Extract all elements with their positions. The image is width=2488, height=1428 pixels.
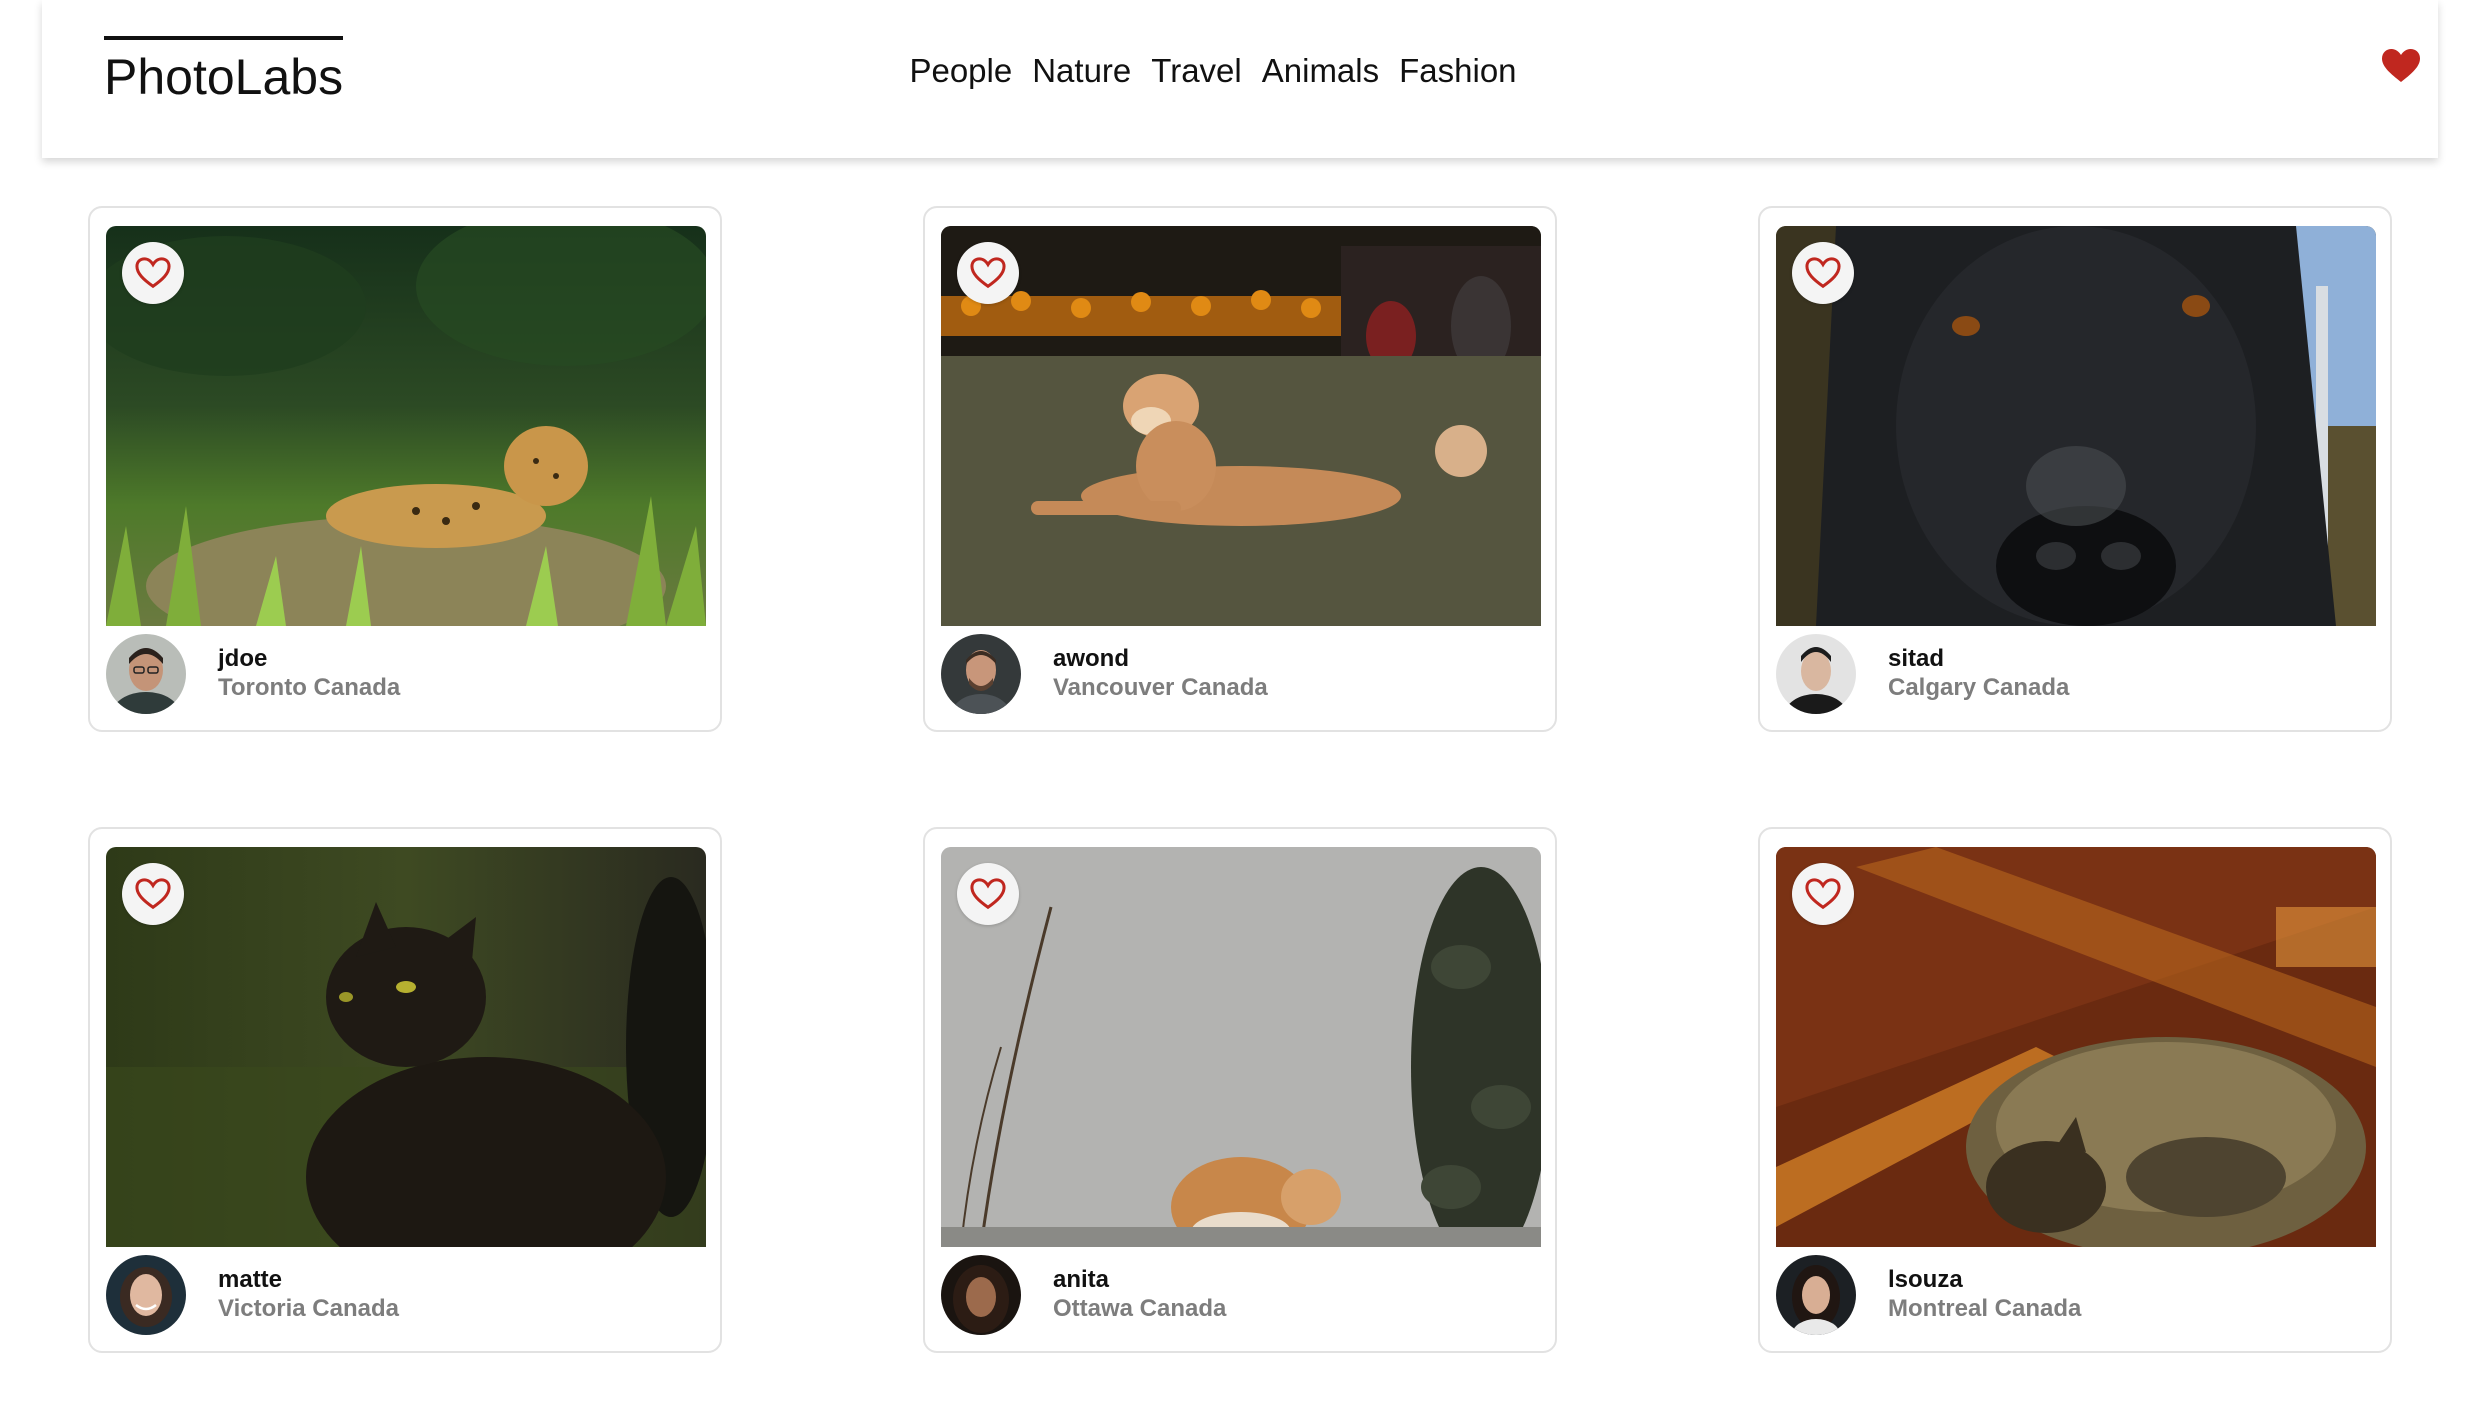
photo-image-dog[interactable] [941,226,1541,626]
photo-username: matte [218,1266,283,1293]
avatar [1776,1255,1856,1335]
photo-user-details: matte Victoria Canada [218,1265,399,1323]
photo-location: Victoria Canada [218,1295,399,1322]
topic-nature[interactable]: Nature [1032,52,1131,90]
photo-image-jaguar[interactable] [106,226,706,626]
avatar [1776,634,1856,714]
photo-location: Toronto Canada [218,674,401,701]
heart-outline-icon [1805,878,1841,910]
photo-location: Calgary Canada [1888,674,2070,701]
favourite-button[interactable] [122,863,184,925]
photo-list-item[interactable]: jdoe Toronto Canada [88,206,722,732]
topic-animals[interactable]: Animals [1262,52,1379,90]
photo-username: sitad [1888,645,1945,672]
topic-travel[interactable]: Travel [1151,52,1241,90]
topic-fashion[interactable]: Fashion [1399,52,1516,90]
avatar [941,1255,1021,1335]
avatar [941,634,1021,714]
photo-list-item[interactable]: lsouza Montreal Canada [1758,827,2392,1353]
photo-list-item[interactable]: sitad Calgary Canada [1758,206,2392,732]
photo-username: anita [1053,1266,1110,1293]
photo-location: Ottawa Canada [1053,1295,1227,1322]
favourite-button[interactable] [957,242,1019,304]
photo-user-details: jdoe Toronto Canada [218,644,400,702]
heart-outline-icon [970,257,1006,289]
photo-username: jdoe [218,645,268,672]
heart-outline-icon [970,878,1006,910]
photo-username: lsouza [1888,1266,1963,1293]
avatar [106,1255,186,1335]
topic-list: People Nature Travel Animals Fashion [42,52,2438,90]
photo-list-item[interactable]: awond Vancouver Canada [923,206,1557,732]
photo-image-black-cat[interactable] [106,847,706,1247]
favourites-heart-icon[interactable] [2381,48,2421,84]
favourite-button[interactable] [957,863,1019,925]
photo-list-item[interactable]: anita Ottawa Canada [923,827,1557,1353]
photo-image-cat[interactable] [941,847,1541,1247]
photo-location: Montreal Canada [1888,1295,2082,1322]
photo-list-item[interactable]: matte Victoria Canada [88,827,722,1353]
topic-people[interactable]: People [909,52,1012,90]
photo-location: Vancouver Canada [1053,674,1268,701]
photo-user-details: lsouza Montreal Canada [1888,1265,2081,1323]
heart-outline-icon [1805,257,1841,289]
heart-outline-icon [135,878,171,910]
photo-image-tabby-cat[interactable] [1776,847,2376,1247]
photo-user-details: anita Ottawa Canada [1053,1265,1226,1323]
top-navigation-bar: PhotoLabs People Nature Travel Animals F… [42,0,2438,158]
photo-username: awond [1053,645,1129,672]
photo-user-details: sitad Calgary Canada [1888,644,2069,702]
favourite-button[interactable] [1792,863,1854,925]
favourite-button[interactable] [1792,242,1854,304]
favourite-button[interactable] [122,242,184,304]
photo-user-details: awond Vancouver Canada [1053,644,1268,702]
avatar [106,634,186,714]
photo-image-black-dog[interactable] [1776,226,2376,626]
heart-outline-icon [135,257,171,289]
